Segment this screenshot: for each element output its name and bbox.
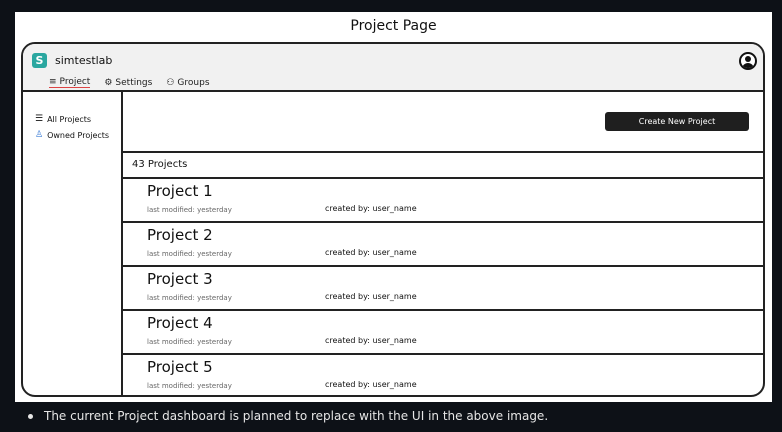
project-name[interactable]: Project 5 [147, 358, 213, 376]
sidebar-item-owned-projects[interactable]: ♙ Owned Projects [35, 130, 121, 140]
nav-settings[interactable]: ⚙ Settings [104, 77, 152, 88]
project-row[interactable]: Project 2 last modified: yesterday creat… [123, 223, 763, 267]
sidebar-item-all-projects[interactable]: ☰ All Projects [35, 114, 121, 124]
project-row[interactable]: Project 1 last modified: yesterday creat… [123, 179, 763, 223]
gear-icon: ⚙ [104, 77, 113, 88]
stack-icon: ≡ [49, 77, 57, 87]
project-row[interactable]: Project 4 last modified: yesterday creat… [123, 311, 763, 355]
simtestlab-logo-icon: S [32, 53, 47, 68]
project-name[interactable]: Project 1 [147, 182, 213, 200]
create-project-button[interactable]: Create New Project [605, 112, 749, 131]
project-row[interactable]: Project 5 last modified: yesterday creat… [123, 355, 763, 395]
bullet-icon [28, 413, 33, 419]
sidebar: ☰ All Projects ♙ Owned Projects [23, 92, 123, 395]
nav-settings-label: Settings [115, 77, 153, 88]
user-avatar-icon[interactable] [739, 52, 757, 70]
project-created-by: created by: user_name [325, 380, 417, 389]
project-modified: last modified: yesterday [147, 206, 232, 214]
user-icon: ♙ [35, 130, 44, 140]
nav-groups[interactable]: ⚇ Groups [166, 77, 209, 88]
project-list: Project 1 last modified: yesterday creat… [123, 179, 763, 395]
project-name[interactable]: Project 3 [147, 270, 213, 288]
caption-text: The current Project dashboard is planned… [44, 409, 549, 423]
sidebar-item-label: All Projects [47, 114, 92, 124]
project-row[interactable]: Project 3 last modified: yesterday creat… [123, 267, 763, 311]
mockup-panel: Project Page S simtestlab ≡ Project ⚙ Se… [15, 12, 772, 402]
top-bar: S simtestlab ≡ Project ⚙ Settings ⚇ Grou… [23, 44, 763, 92]
nav-groups-label: Groups [177, 77, 210, 88]
project-created-by: created by: user_name [325, 204, 417, 213]
project-created-by: created by: user_name [325, 292, 417, 301]
project-name[interactable]: Project 4 [147, 314, 213, 332]
main-nav: ≡ Project ⚙ Settings ⚇ Groups [49, 77, 210, 88]
caption: The current Project dashboard is planned… [28, 409, 548, 423]
project-name[interactable]: Project 2 [147, 226, 213, 244]
project-modified: last modified: yesterday [147, 250, 232, 258]
app-window: S simtestlab ≡ Project ⚙ Settings ⚇ Grou… [21, 42, 765, 397]
project-created-by: created by: user_name [325, 336, 417, 345]
group-icon: ⚇ [166, 77, 175, 88]
sidebar-item-label: Owned Projects [47, 130, 110, 140]
app-name: simtestlab [55, 54, 113, 67]
project-modified: last modified: yesterday [147, 382, 232, 390]
project-modified: last modified: yesterday [147, 338, 232, 346]
project-count: 43 Projects [123, 151, 763, 179]
database-icon: ☰ [35, 114, 44, 124]
page-title: Project Page [350, 18, 437, 34]
nav-project[interactable]: ≡ Project [49, 77, 91, 88]
nav-project-label: Project [59, 77, 91, 87]
brand[interactable]: S simtestlab [32, 53, 112, 68]
main-content: Create New Project 43 Projects Project 1… [123, 92, 763, 395]
project-created-by: created by: user_name [325, 248, 417, 257]
project-modified: last modified: yesterday [147, 294, 232, 302]
